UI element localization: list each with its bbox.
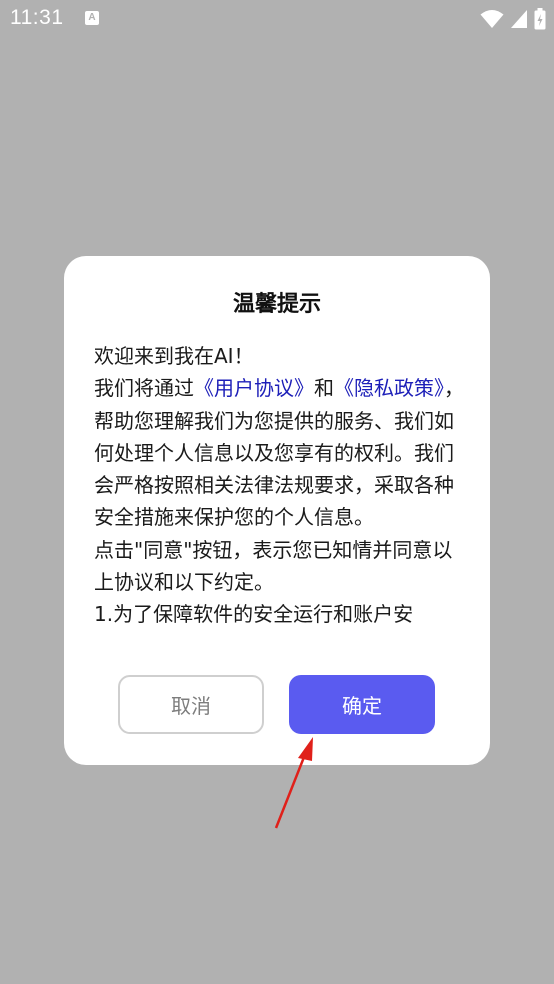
dialog-body-scroll[interactable]: 欢迎来到我在AI！ 我们将通过《用户协议》和《隐私政策》，帮助您理解我们为您提供… <box>94 340 464 650</box>
status-bar: 11:31 A <box>0 0 554 38</box>
confirm-button[interactable]: 确定 <box>289 675 435 734</box>
privacy-policy-link[interactable]: 《隐私政策》 <box>334 376 444 400</box>
status-icons <box>480 8 546 30</box>
notification-a-icon: A <box>85 11 99 25</box>
user-agreement-link[interactable]: 《用户协议》 <box>194 376 314 400</box>
consent-paragraph: 点击"同意"按钮，表示您已知情并同意以上协议和以下约定。 <box>94 537 453 595</box>
cancel-button[interactable]: 取消 <box>118 675 264 734</box>
agreement-text-b: 和 <box>314 376 334 401</box>
battery-charging-icon <box>534 8 546 30</box>
signal-icon <box>511 10 527 28</box>
welcome-text: 欢迎来到我在AI！ <box>94 344 254 368</box>
agreement-text-a: 我们将通过 <box>94 376 194 401</box>
status-time: 11:31 <box>10 6 64 29</box>
wifi-icon <box>480 10 504 28</box>
agreement-paragraph: 我们将通过《用户协议》和《隐私政策》，帮助您理解我们为您提供的服务、我们如何处理… <box>94 372 464 533</box>
terms-item-1: 1.为了保障软件的安全运行和账户安 <box>94 602 414 627</box>
dialog-title: 温馨提示 <box>232 292 321 317</box>
